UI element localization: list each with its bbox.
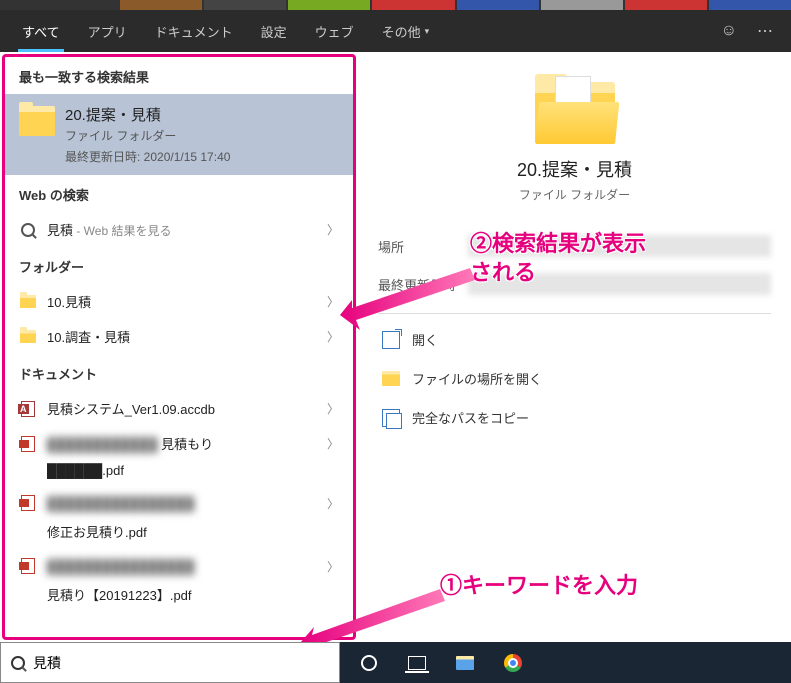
redacted-text: ████████████ [47, 437, 158, 452]
taskbar [340, 642, 791, 683]
copy-icon [382, 409, 400, 427]
folder-icon [20, 330, 36, 343]
folder-name: 10.見積 [47, 292, 317, 311]
tab-label: アプリ [88, 22, 127, 41]
document-name: 見積もり [161, 437, 213, 452]
search-icon [21, 223, 35, 237]
action-copy-path[interactable]: 完全なパスをコピー [378, 398, 771, 437]
tab-documents[interactable]: ドキュメント [141, 10, 247, 52]
chevron-right-icon: 〉 [327, 328, 339, 345]
chevron-down-icon: ▾ [425, 26, 430, 37]
search-filter-tabs: すべて アプリ ドキュメント 設定 ウェブ その他 ▾ ☺ ⋯ [0, 10, 791, 52]
chevron-right-icon: 〉 [327, 558, 339, 575]
web-search-item[interactable]: 見積 - Web 結果を見る 〉 [5, 212, 353, 247]
folder-icon [19, 106, 55, 136]
tab-apps[interactable]: アプリ [74, 10, 141, 52]
folders-header: フォルダー [5, 247, 353, 284]
search-results-panel: 最も一致する検索結果 20.提案・見積 ファイル フォルダー 最終更新日時: 2… [2, 54, 356, 640]
redacted-value [468, 235, 771, 257]
chrome-button[interactable] [490, 642, 536, 683]
tab-all[interactable]: すべて [8, 10, 74, 52]
detail-type: ファイル フォルダー [378, 186, 771, 203]
document-result-item[interactable]: ████████████████ 〉 修正お見積り.pdf [5, 486, 353, 549]
best-match-type: ファイル フォルダー [65, 127, 230, 144]
documents-header: ドキュメント [5, 354, 353, 391]
best-match-header: 最も一致する検索結果 [5, 57, 353, 94]
folder-result-item[interactable]: 10.調査・見積 〉 [5, 319, 353, 354]
pdf-file-icon [21, 436, 35, 452]
taskview-icon [408, 656, 426, 670]
more-options-icon[interactable]: ⋯ [747, 21, 783, 41]
action-open-location[interactable]: ファイルの場所を開く [378, 359, 771, 398]
window-edge-strip [0, 0, 791, 10]
pdf-file-icon [21, 495, 35, 511]
web-suffix: - Web 結果を見る [73, 224, 171, 238]
folder-icon-large [535, 82, 615, 144]
access-file-icon [21, 401, 35, 417]
circle-icon [361, 655, 377, 671]
web-query: 見積 [47, 223, 73, 238]
meta-location: 場所 [378, 227, 771, 265]
tab-web[interactable]: ウェブ [301, 10, 368, 52]
action-open[interactable]: 開く [378, 320, 771, 359]
feedback-icon[interactable]: ☺ [711, 22, 747, 40]
folder-result-item[interactable]: 10.見積 〉 [5, 284, 353, 319]
search-box[interactable] [0, 642, 340, 683]
document-result-item[interactable]: ████████████████ 〉 見積り【20191223】.pdf [5, 549, 353, 612]
document-result-item[interactable]: ████████████ 見積もり 〉 ██████.pdf [5, 426, 353, 486]
result-detail-panel: 20.提案・見積 ファイル フォルダー 場所 最終更新日時 開く ファイルの場所… [358, 52, 791, 642]
explorer-button[interactable] [442, 642, 488, 683]
document-name: 見積り【20191223】.pdf [19, 585, 339, 604]
task-view-button[interactable] [394, 642, 440, 683]
redacted-text: ████████████████ [47, 559, 194, 574]
tab-more[interactable]: その他 ▾ [368, 10, 444, 52]
chevron-right-icon: 〉 [327, 293, 339, 310]
document-name: 見積システム_Ver1.09.accdb [47, 399, 317, 418]
folder-name: 10.調査・見積 [47, 327, 317, 346]
tab-settings[interactable]: 設定 [247, 10, 301, 52]
search-input[interactable] [33, 655, 329, 671]
explorer-icon [456, 656, 474, 670]
meta-key: 最終更新日時 [378, 275, 468, 294]
divider [378, 313, 771, 314]
tab-label: 設定 [261, 22, 287, 41]
chevron-right-icon: 〉 [327, 435, 339, 452]
web-search-header: Web の検索 [5, 175, 353, 212]
document-result-item[interactable]: 見積システム_Ver1.09.accdb 〉 [5, 391, 353, 426]
chevron-right-icon: 〉 [327, 221, 339, 238]
tab-label: その他 [382, 22, 421, 41]
best-match-title: 20.提案・見積 [65, 104, 230, 125]
search-icon [11, 656, 25, 670]
tab-label: ウェブ [315, 22, 354, 41]
tab-label: ドキュメント [155, 22, 233, 41]
chevron-right-icon: 〉 [327, 400, 339, 417]
folder-icon [20, 295, 36, 308]
document-ext: .pdf [102, 463, 124, 478]
open-icon [382, 331, 400, 349]
redacted-value [468, 273, 771, 295]
redacted-text: ████████████████ [47, 496, 194, 511]
pdf-file-icon [21, 558, 35, 574]
folder-location-icon [382, 371, 400, 386]
cortana-button[interactable] [346, 642, 392, 683]
action-label: 完全なパスをコピー [412, 408, 529, 427]
best-match-item[interactable]: 20.提案・見積 ファイル フォルダー 最終更新日時: 2020/1/15 17… [5, 94, 353, 175]
taskbar-area [0, 642, 791, 683]
document-name: 修正お見積り.pdf [19, 522, 339, 541]
chevron-right-icon: 〉 [327, 495, 339, 512]
meta-modified: 最終更新日時 [378, 265, 771, 303]
meta-key: 場所 [378, 237, 468, 256]
chrome-icon [504, 654, 522, 672]
tab-label: すべて [22, 22, 60, 41]
best-match-date: 最終更新日時: 2020/1/15 17:40 [65, 148, 230, 165]
detail-title: 20.提案・見積 [378, 156, 771, 182]
redacted-text: ██████ [47, 463, 102, 478]
action-label: ファイルの場所を開く [412, 369, 542, 388]
action-label: 開く [412, 330, 438, 349]
